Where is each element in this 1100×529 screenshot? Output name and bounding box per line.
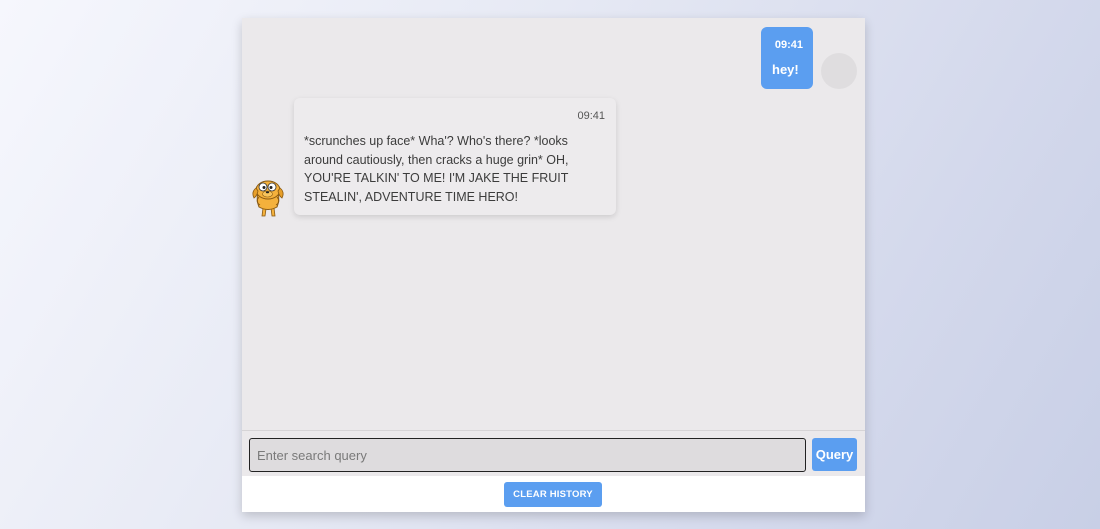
- query-button[interactable]: Query: [812, 438, 857, 471]
- search-input[interactable]: [249, 438, 806, 472]
- clear-history-button[interactable]: CLEAR HISTORY: [504, 482, 602, 507]
- user-message-time: 09:41: [774, 39, 803, 51]
- bot-message-bubble: 09:41 *scrunches up face* Wha'? Who's th…: [294, 98, 616, 215]
- chat-window: 09:41 hey! 09:41 *scrunches up face* Wha…: [242, 18, 865, 512]
- jake-avatar-icon: [250, 178, 286, 218]
- user-message-text: hey!: [772, 62, 799, 77]
- bot-message-time: 09:41: [577, 110, 605, 122]
- user-avatar: [821, 53, 857, 89]
- user-message-bubble: 09:41 hey!: [761, 27, 813, 89]
- query-bar: Query: [242, 431, 865, 476]
- message-list[interactable]: 09:41 hey! 09:41 *scrunches up face* Wha…: [242, 18, 865, 431]
- bot-message-text: *scrunches up face* Wha'? Who's there? *…: [304, 134, 569, 204]
- footer: CLEAR HISTORY: [242, 477, 865, 512]
